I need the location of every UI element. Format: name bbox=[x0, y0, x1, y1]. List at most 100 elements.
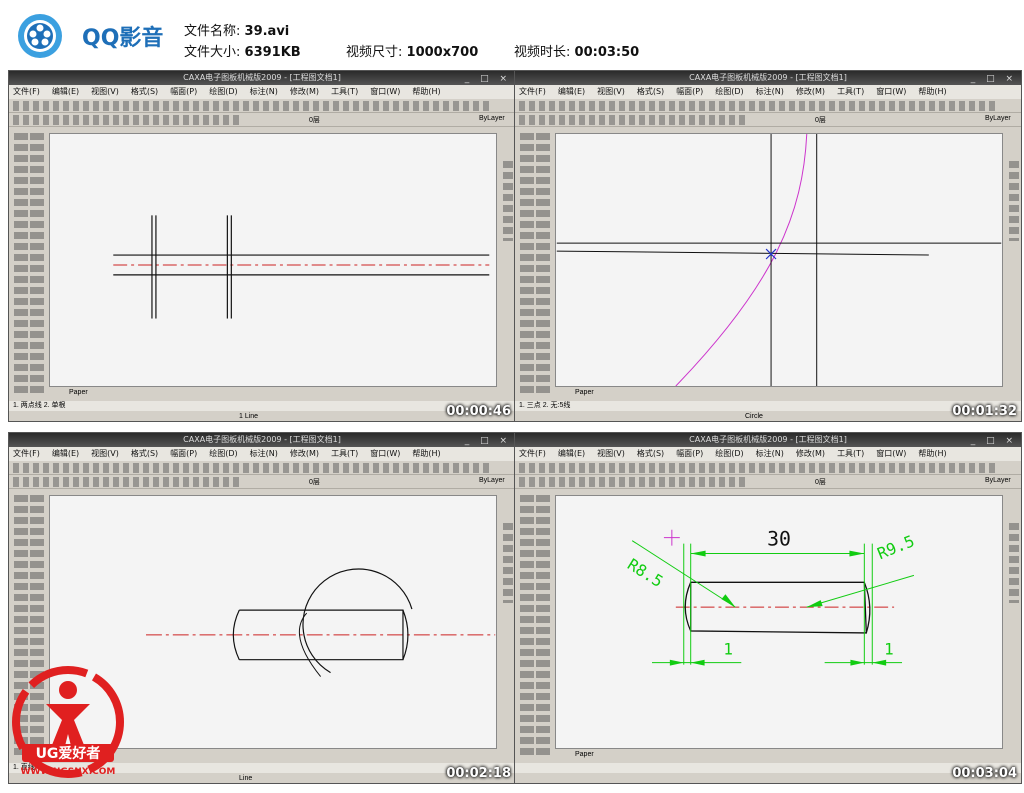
menu-item[interactable]: 绘图(D) bbox=[715, 87, 743, 96]
file-name: 39.avi bbox=[244, 24, 290, 39]
window-controls[interactable]: _ □ × bbox=[465, 434, 511, 448]
properties-toolbar[interactable]: 0层 ByLayer bbox=[515, 113, 1021, 127]
menu-item[interactable]: 帮助(H) bbox=[412, 87, 440, 96]
menu-item[interactable]: 标注(N) bbox=[756, 449, 784, 458]
properties-toolbar[interactable]: 0层 ByLayer bbox=[9, 113, 515, 127]
video-frame-2: CAXA电子图板机械版2009 - [工程图文档1] _ □ × 文件(F) 编辑… bbox=[514, 70, 1022, 422]
tab-paper[interactable]: Paper bbox=[69, 389, 88, 396]
window-controls[interactable]: _ □ × bbox=[465, 72, 511, 86]
menu-item[interactable]: 工具(T) bbox=[837, 87, 864, 96]
sheet-tabs[interactable]: Paper bbox=[555, 749, 1003, 761]
snap-toolbar[interactable] bbox=[1009, 523, 1019, 603]
command-bar[interactable]: 1. 三点 2. 无:5线 bbox=[515, 401, 1021, 411]
video-size-row: 视频尺寸: 1000x700 bbox=[346, 45, 479, 60]
snap-toolbar[interactable] bbox=[1009, 161, 1019, 241]
linetype-select[interactable]: ByLayer bbox=[985, 115, 1011, 122]
tab-paper[interactable]: Paper bbox=[575, 389, 594, 396]
menu-item[interactable]: 修改(M) bbox=[796, 87, 825, 96]
command-bar[interactable]: 1. 两点线 2. 单根 bbox=[9, 401, 515, 411]
menu-item[interactable]: 标注(N) bbox=[250, 87, 278, 96]
menu-item[interactable]: 视图(V) bbox=[91, 449, 119, 458]
drawing-canvas[interactable] bbox=[555, 133, 1003, 387]
menu-item[interactable]: 工具(T) bbox=[331, 87, 358, 96]
menu-item[interactable]: 工具(T) bbox=[331, 449, 358, 458]
standard-toolbar[interactable] bbox=[515, 461, 1021, 475]
drawing-canvas[interactable] bbox=[49, 133, 497, 387]
window-title: CAXA电子图板机械版2009 - [工程图文档1] _ □ × bbox=[9, 433, 515, 447]
menu-item[interactable]: 帮助(H) bbox=[918, 87, 946, 96]
properties-toolbar[interactable]: 0层 ByLayer bbox=[515, 475, 1021, 489]
menu-item[interactable]: 窗口(W) bbox=[370, 87, 400, 96]
menu-item[interactable]: 绘图(D) bbox=[209, 87, 237, 96]
sheet-tabs[interactable]: Paper bbox=[49, 387, 497, 399]
properties-toolbar[interactable]: 0层 ByLayer bbox=[9, 475, 515, 489]
linetype-select[interactable]: ByLayer bbox=[985, 477, 1011, 484]
status-text: Circle bbox=[745, 413, 763, 420]
menu-item[interactable]: 编辑(E) bbox=[558, 87, 585, 96]
menu-item[interactable]: 绘图(D) bbox=[715, 449, 743, 458]
menu-item[interactable]: 编辑(E) bbox=[52, 449, 79, 458]
tab-paper[interactable]: Paper bbox=[575, 751, 594, 758]
menu-item[interactable]: 工具(T) bbox=[837, 449, 864, 458]
menu-item[interactable]: 视图(V) bbox=[91, 87, 119, 96]
snap-toolbar[interactable] bbox=[503, 523, 513, 603]
menu-item[interactable]: 窗口(W) bbox=[370, 449, 400, 458]
sheet-tabs[interactable]: Paper bbox=[555, 387, 1003, 399]
layer-select[interactable]: 0层 bbox=[309, 115, 320, 125]
menu-item[interactable]: 幅面(P) bbox=[676, 449, 703, 458]
menu-item[interactable]: 格式(S) bbox=[131, 449, 158, 458]
menu-item[interactable]: 修改(M) bbox=[290, 449, 319, 458]
menu-item[interactable]: 格式(S) bbox=[131, 87, 158, 96]
menu-item[interactable]: 帮助(H) bbox=[412, 449, 440, 458]
standard-toolbar[interactable] bbox=[515, 99, 1021, 113]
menu-item[interactable]: 标注(N) bbox=[756, 87, 784, 96]
menu-bar: 文件(F) 编辑(E) 视图(V) 格式(S) 幅面(P) 绘图(D) 标注(N) 修改(M)… bbox=[515, 85, 1021, 99]
status-bar: 1 Line bbox=[9, 411, 515, 421]
file-name-row: 文件名称: 39.avi bbox=[184, 24, 290, 39]
menu-item[interactable]: 绘图(D) bbox=[209, 449, 237, 458]
cad-drawing: 30 R8.5 R9.5 1 1 bbox=[624, 528, 917, 666]
linetype-select[interactable]: ByLayer bbox=[479, 115, 505, 122]
window-title: CAXA电子图板机械版2009 - [工程图文档1] _ □ × bbox=[9, 71, 515, 85]
leader-arrow-right bbox=[806, 600, 823, 608]
menu-item[interactable]: 格式(S) bbox=[637, 449, 664, 458]
menu-item[interactable]: 幅面(P) bbox=[676, 87, 703, 96]
layer-select[interactable]: 0层 bbox=[815, 115, 826, 125]
layer-select[interactable]: 0层 bbox=[309, 477, 320, 487]
menu-item[interactable]: 视图(V) bbox=[597, 449, 625, 458]
menu-item[interactable]: 标注(N) bbox=[250, 449, 278, 458]
status-text: Line bbox=[239, 775, 253, 782]
menu-item[interactable]: 编辑(E) bbox=[52, 87, 79, 96]
menu-item[interactable]: 文件(F) bbox=[13, 449, 40, 458]
cad-drawing bbox=[113, 215, 490, 319]
menu-item[interactable]: 幅面(P) bbox=[170, 449, 197, 458]
drawing-toolbox[interactable] bbox=[12, 133, 48, 395]
menu-item[interactable]: 窗口(W) bbox=[876, 87, 906, 96]
menu-item[interactable]: 视图(V) bbox=[597, 87, 625, 96]
menu-item[interactable]: 格式(S) bbox=[637, 87, 664, 96]
construction-arc bbox=[675, 134, 808, 386]
command-bar[interactable] bbox=[515, 763, 1021, 773]
standard-toolbar[interactable] bbox=[9, 99, 515, 113]
menu-item[interactable]: 文件(F) bbox=[13, 87, 40, 96]
menu-item[interactable]: 窗口(W) bbox=[876, 449, 906, 458]
linetype-select[interactable]: ByLayer bbox=[479, 477, 505, 484]
header: QQ影音 文件名称: 39.avi 文件大小: 6391KB 视频尺寸: 100… bbox=[0, 0, 1024, 70]
menu-item[interactable]: 幅面(P) bbox=[170, 87, 197, 96]
menu-item[interactable]: 修改(M) bbox=[796, 449, 825, 458]
menu-item[interactable]: 文件(F) bbox=[519, 449, 546, 458]
status-bar: Circle bbox=[515, 411, 1021, 421]
drawing-canvas[interactable]: 30 R8.5 R9.5 1 1 bbox=[555, 495, 1003, 749]
layer-select[interactable]: 0层 bbox=[815, 477, 826, 487]
menu-item[interactable]: 编辑(E) bbox=[558, 449, 585, 458]
video-frame-4: CAXA电子图板机械版2009 - [工程图文档1] _ □ × 文件(F) 编辑… bbox=[514, 432, 1022, 784]
menu-item[interactable]: 文件(F) bbox=[519, 87, 546, 96]
drawing-toolbox[interactable] bbox=[518, 495, 554, 757]
standard-toolbar[interactable] bbox=[9, 461, 515, 475]
window-controls[interactable]: _ □ × bbox=[971, 434, 1017, 448]
drawing-toolbox[interactable] bbox=[518, 133, 554, 395]
window-controls[interactable]: _ □ × bbox=[971, 72, 1017, 86]
snap-toolbar[interactable] bbox=[503, 161, 513, 241]
menu-item[interactable]: 帮助(H) bbox=[918, 449, 946, 458]
menu-item[interactable]: 修改(M) bbox=[290, 87, 319, 96]
